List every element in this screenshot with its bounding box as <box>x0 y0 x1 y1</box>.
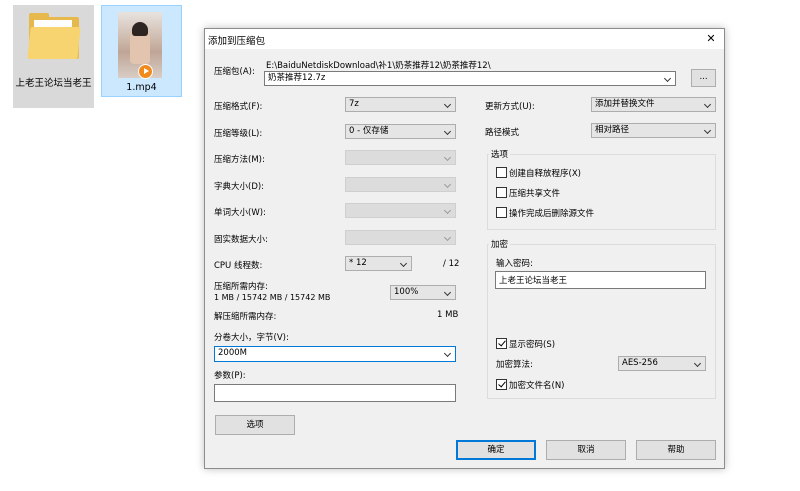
checkbox-checked-icon[interactable] <box>496 338 507 349</box>
dict-select <box>345 177 456 192</box>
chevron-down-icon <box>443 286 453 299</box>
checkbox-icon[interactable] <box>496 167 507 178</box>
format-select[interactable]: 7z <box>345 97 456 112</box>
add-to-archive-dialog: 添加到压缩包 ✕ 压缩包(A): E:\BaiduNetdiskDownload… <box>204 28 725 469</box>
archive-path: E:\BaiduNetdiskDownload\补1\奶茶推荐12\奶茶推荐12… <box>266 61 491 71</box>
close-icon[interactable]: ✕ <box>698 29 724 49</box>
mem-percent-value: 100% <box>394 287 419 297</box>
chevron-down-icon <box>443 98 453 111</box>
video-label: 1.mp4 <box>126 82 157 93</box>
enc-method-select[interactable]: AES-256 <box>618 356 706 371</box>
chevron-down-icon <box>443 231 453 244</box>
cancel-button[interactable]: 取消 <box>546 440 626 460</box>
word-select <box>345 203 456 218</box>
path-mode-label: 路径模式 <box>485 128 520 138</box>
play-icon <box>138 64 153 79</box>
browse-button[interactable]: ... <box>691 69 716 87</box>
path-mode-select[interactable]: 相对路径 <box>591 123 716 138</box>
mem-decomp-label: 解压缩所需内存: <box>214 312 277 322</box>
encrypt-names-label: 加密文件名(N) <box>509 381 565 391</box>
checkbox-icon[interactable] <box>496 207 507 218</box>
solid-label: 固实数据大小: <box>214 235 268 245</box>
split-label: 分卷大小，字节(V): <box>214 333 289 343</box>
chevron-down-icon <box>703 124 713 137</box>
update-label: 更新方式(U): <box>485 102 535 112</box>
chevron-down-icon <box>443 125 453 138</box>
params-label: 参数(P): <box>214 371 246 381</box>
shared-label: 压缩共享文件 <box>509 189 561 199</box>
checkbox-checked-icon[interactable] <box>496 379 507 390</box>
cpu-select[interactable]: * 12 <box>345 256 412 271</box>
delete-after-label: 操作完成后删除源文件 <box>509 209 595 219</box>
password-label: 输入密码: <box>496 259 533 269</box>
options-group-title: 选项 <box>489 148 511 160</box>
format-label: 压缩格式(F): <box>214 102 263 112</box>
encryption-group-title: 加密 <box>489 238 511 250</box>
cpu-value: * 12 <box>349 258 367 268</box>
method-select <box>345 150 456 165</box>
options-button[interactable]: 选项 <box>215 415 295 435</box>
folder-label: 上老王论坛当老王 <box>15 78 92 89</box>
show-password-label: 显示密码(S) <box>509 340 556 350</box>
desktop-video-file[interactable]: 1.mp4 <box>101 5 182 97</box>
mem-percent-select[interactable]: 100% <box>390 285 456 300</box>
level-select[interactable]: 0 - 仅存储 <box>345 124 456 139</box>
title-bar[interactable]: 添加到压缩包 ✕ <box>205 29 724 49</box>
cpu-total: / 12 <box>443 259 460 269</box>
chevron-down-icon <box>443 178 453 191</box>
chevron-down-icon[interactable] <box>663 72 673 85</box>
update-mode-select[interactable]: 添加并替换文件 <box>591 97 716 112</box>
ok-button[interactable]: 确定 <box>456 440 536 460</box>
chevron-down-icon <box>703 98 713 111</box>
chevron-down-icon[interactable] <box>443 347 453 360</box>
level-value: 0 - 仅存储 <box>349 126 389 136</box>
mem-comp-value: 1 MB / 15742 MB / 15742 MB <box>214 293 331 302</box>
cpu-label: CPU 线程数: <box>214 261 263 271</box>
mem-comp-label: 压缩所需内存: <box>214 282 268 292</box>
enc-method-value: AES-256 <box>622 358 658 368</box>
folder-icon <box>27 13 81 59</box>
chevron-down-icon <box>693 357 703 370</box>
chevron-down-icon <box>443 204 453 217</box>
dict-label: 字典大小(D): <box>214 182 265 192</box>
archive-label: 压缩包(A): <box>214 67 255 77</box>
chevron-down-icon <box>399 257 409 270</box>
enc-method-label: 加密算法: <box>496 360 533 370</box>
chevron-down-icon <box>443 151 453 164</box>
params-input[interactable] <box>214 384 456 402</box>
update-mode-value: 添加并替换文件 <box>595 99 655 109</box>
archive-name-value: 奶茶推荐12.7z <box>268 73 326 83</box>
path-mode-value: 相对路径 <box>595 125 630 135</box>
help-button[interactable]: 帮助 <box>636 440 716 460</box>
method-label: 压缩方法(M): <box>214 155 265 165</box>
split-size-combo[interactable]: 2000M <box>214 346 456 362</box>
desktop-folder[interactable]: 上老王论坛当老王 <box>13 5 94 108</box>
password-input[interactable]: 上老王论坛当老王 <box>495 271 706 289</box>
mem-decomp-value: 1 MB <box>437 310 459 320</box>
word-label: 单词大小(W): <box>214 208 266 218</box>
archive-name-combo[interactable]: 奶茶推荐12.7z <box>264 71 676 86</box>
sfx-label: 创建自释放程序(X) <box>509 169 581 179</box>
dialog-title: 添加到压缩包 <box>208 36 266 47</box>
format-value: 7z <box>349 99 359 109</box>
level-label: 压缩等级(L): <box>214 129 263 139</box>
solid-select <box>345 230 456 245</box>
checkbox-icon[interactable] <box>496 187 507 198</box>
split-size-value: 2000M <box>218 348 247 358</box>
